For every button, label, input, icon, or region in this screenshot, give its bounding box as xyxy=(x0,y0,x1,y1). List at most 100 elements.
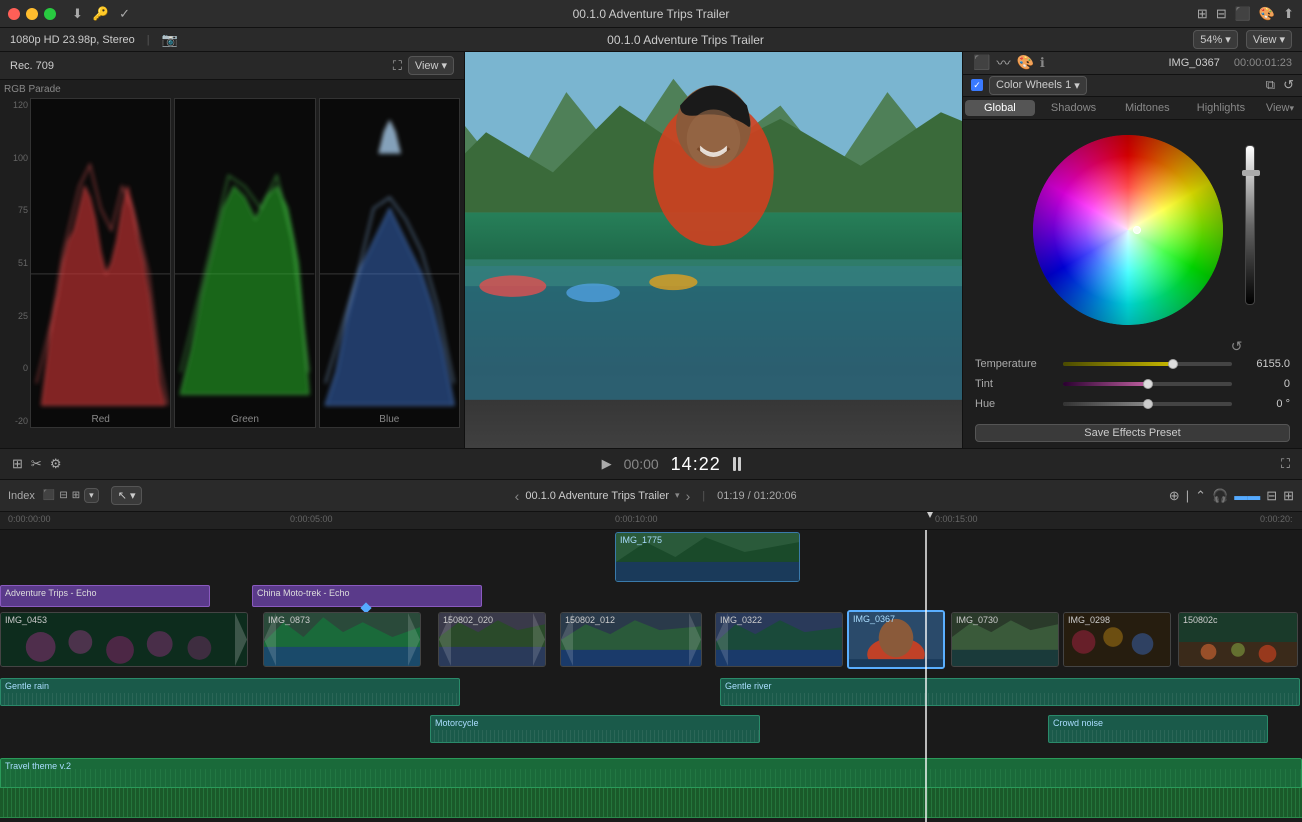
track-gentle-river[interactable]: Gentle river xyxy=(720,678,1300,706)
track-china-echo[interactable]: China Moto-trek - Echo xyxy=(252,585,482,607)
color-icon[interactable]: 🎨 xyxy=(1259,6,1275,22)
ruler-5: 0:00:05:00 xyxy=(290,514,333,524)
clip-img0453[interactable]: IMG_0453 xyxy=(0,612,248,667)
detach-icon[interactable]: ⊟ xyxy=(1266,488,1277,504)
track-travel-theme-bottom[interactable] xyxy=(0,788,1302,818)
tint-slider[interactable] xyxy=(1063,382,1232,386)
blue-label: Blue xyxy=(379,414,399,425)
clip-view-2[interactable]: ⊟ xyxy=(59,490,67,501)
playhead xyxy=(925,530,927,822)
info-icon: ℹ xyxy=(1040,55,1045,71)
tab-midtones[interactable]: Midtones xyxy=(1112,100,1182,116)
prev-nav[interactable]: ‹ xyxy=(515,488,520,504)
wheel-center-dot[interactable] xyxy=(1133,226,1141,234)
dropdown-arrow[interactable]: ▾ xyxy=(675,490,680,501)
ruler-10: 0:00:10:00 xyxy=(615,514,658,524)
correction-enabled[interactable]: ✓ xyxy=(971,79,983,91)
view-dropdown[interactable]: View ▾ xyxy=(1246,30,1292,49)
save-preset-button[interactable]: Save Effects Preset xyxy=(975,424,1290,442)
minimize-button[interactable] xyxy=(26,8,38,20)
luma-slider[interactable] xyxy=(1245,145,1255,305)
color-correction-dropdown[interactable]: Color Wheels 1▾ xyxy=(989,76,1087,95)
hue-thumb[interactable] xyxy=(1143,399,1153,409)
blade-icon[interactable]: | xyxy=(1186,488,1189,503)
reset-icon[interactable]: ↺ xyxy=(1283,77,1294,93)
temperature-slider[interactable] xyxy=(1063,362,1232,366)
share-icon[interactable]: ⬆ xyxy=(1283,6,1294,22)
audio-icon[interactable]: 🎧 xyxy=(1212,488,1228,504)
tint-row: Tint 0 xyxy=(975,378,1290,390)
clip-img0298[interactable]: IMG_0298 xyxy=(1063,612,1171,667)
clip-img0730[interactable]: IMG_0730 xyxy=(951,612,1059,667)
hue-slider[interactable] xyxy=(1063,402,1232,406)
clip-img1775[interactable]: IMG_1775 xyxy=(615,532,800,582)
timeline-area[interactable]: 0:00:00:00 0:00:05:00 0:00:10:00 0:00:15… xyxy=(0,512,1302,822)
connection-icon[interactable]: ⌃ xyxy=(1195,488,1206,504)
play-button[interactable]: ▶ xyxy=(602,456,612,472)
tab-shadows[interactable]: Shadows xyxy=(1039,100,1109,116)
playhead-marker xyxy=(925,512,935,518)
tint-thumb[interactable] xyxy=(1143,379,1153,389)
track-gentle-rain[interactable]: Gentle rain xyxy=(0,678,460,706)
clip-view-dropdown[interactable]: ▾ xyxy=(84,488,99,503)
index-button[interactable]: Index xyxy=(8,490,35,502)
clip-view-1[interactable]: ⬛ xyxy=(43,490,55,501)
fullscreen-icon[interactable]: ⛶ xyxy=(1281,456,1290,472)
color-wheel[interactable] xyxy=(1033,135,1223,325)
timeline-tools[interactable]: ⊕ | ⌃ 🎧 ▬▬ ⊟ ⊞ xyxy=(1169,488,1294,504)
select-tool[interactable]: ↖ ▾ xyxy=(111,486,143,505)
library-icon[interactable]: ⊟ xyxy=(1216,6,1227,22)
pause-button[interactable] xyxy=(733,457,741,471)
window-controls[interactable] xyxy=(8,8,56,20)
color-tabs[interactable]: Global Shadows Midtones Highlights View▾ xyxy=(963,97,1302,120)
motorcycle-waveform xyxy=(431,730,759,742)
clip-150802c[interactable]: 150802c xyxy=(1178,612,1298,667)
clip-img0367-selected[interactable]: IMG_0367 xyxy=(847,610,945,669)
color-wheel-container[interactable]: ↺ xyxy=(963,120,1302,350)
track-gentle-rain-label: Gentle rain xyxy=(1,679,459,693)
color-wheel-wrapper[interactable]: ↺ xyxy=(1033,135,1233,335)
maximize-button[interactable] xyxy=(44,8,56,20)
clip-view-3[interactable]: ⊞ xyxy=(72,490,80,501)
scope-view-dropdown[interactable]: View▾ xyxy=(408,56,454,75)
track-adventure-echo[interactable]: Adventure Trips - Echo xyxy=(0,585,210,607)
track-crowd-noise[interactable]: Crowd noise xyxy=(1048,715,1268,743)
preview-image xyxy=(465,52,962,448)
zoom-controls[interactable]: 54% ▾ View ▾ xyxy=(1193,30,1292,49)
timeline-tracks[interactable]: IMG_1775 Adventure Trips - Echo China Mo… xyxy=(0,530,1302,822)
check-icon[interactable]: ✓ xyxy=(119,6,130,22)
tool-icon[interactable]: ⚙ xyxy=(50,456,62,472)
clip-150802020[interactable]: 150802_020 xyxy=(438,612,546,667)
add-clip-icon[interactable]: ⊕ xyxy=(1169,488,1180,504)
clip-name: IMG_0367 xyxy=(1169,57,1220,69)
wheel-reset-btn[interactable]: ↺ xyxy=(1231,338,1243,355)
clip-img0322[interactable]: IMG_0322 xyxy=(715,612,843,667)
key-icon[interactable]: 🔑 xyxy=(93,6,109,22)
view-mode-icon[interactable]: ⊞ xyxy=(12,456,23,472)
scope-fullscreen-icon[interactable]: ⛶ xyxy=(393,58,402,74)
tab-highlights[interactable]: Highlights xyxy=(1186,100,1256,116)
playback-controls[interactable]: ▶ 00:00 14:22 xyxy=(602,454,741,475)
tab-view[interactable]: View▾ xyxy=(1258,97,1302,119)
view-grid-icon[interactable]: ⊞ xyxy=(1197,6,1208,22)
clip-150802012[interactable]: 150802_012 xyxy=(560,612,702,667)
track-travel-theme[interactable]: Travel theme v.2 xyxy=(0,758,1302,788)
color-panel-icons: ⬛ 〰 🎨 ℹ IMG_0367 00:00:01:23 xyxy=(963,52,1302,75)
playback-right-tools[interactable]: ⛶ xyxy=(1281,456,1290,472)
media-import-icon[interactable]: ⬇ xyxy=(72,6,83,22)
luma-thumb[interactable] xyxy=(1242,170,1260,176)
color-balance-icon[interactable]: ▬▬ xyxy=(1234,488,1260,503)
clip-img0873[interactable]: IMG_0873 xyxy=(263,612,421,667)
trim-icon[interactable]: ✂ xyxy=(31,456,42,472)
zoom-dropdown[interactable]: 54% ▾ xyxy=(1193,30,1238,49)
track-motorcycle[interactable]: Motorcycle xyxy=(430,715,760,743)
clip-icon[interactable]: ⬛ xyxy=(1235,6,1251,22)
close-button[interactable] xyxy=(8,8,20,20)
copy-icon[interactable]: ⧉ xyxy=(1266,77,1275,93)
zoom-fit-icon[interactable]: ⊞ xyxy=(1283,488,1294,504)
tab-global[interactable]: Global xyxy=(965,100,1035,116)
playback-left-tools[interactable]: ⊞ ✂ ⚙ xyxy=(12,456,61,472)
y-label-51: 51 xyxy=(4,258,28,268)
temperature-thumb[interactable] xyxy=(1168,359,1178,369)
next-nav[interactable]: › xyxy=(686,488,691,504)
